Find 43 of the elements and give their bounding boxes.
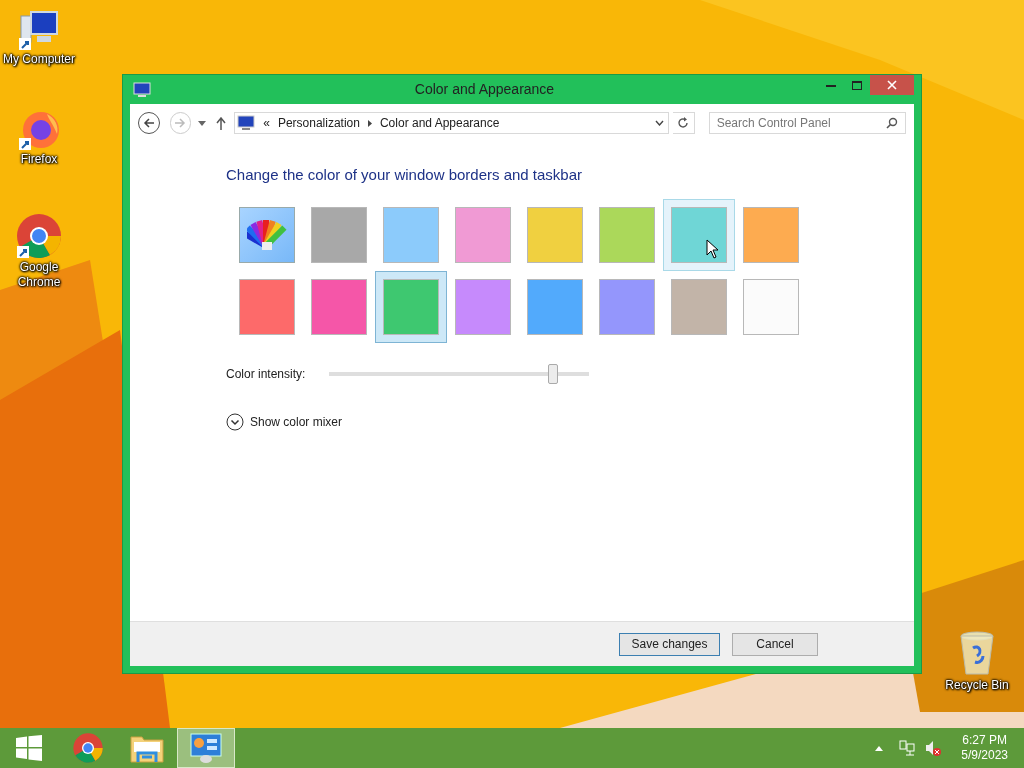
cancel-button[interactable]: Cancel <box>732 632 818 656</box>
color-palette-icon <box>247 217 287 252</box>
search-icon <box>886 117 898 129</box>
search-field[interactable]: Search Control Panel <box>708 112 906 134</box>
page-heading: Change the color of your window borders and taskbar <box>226 165 584 185</box>
control-panel-icon <box>190 733 222 763</box>
chrome-icon <box>72 732 104 764</box>
address-bar[interactable]: « Personalization Color and Appearance <box>234 112 670 134</box>
control-panel-icon <box>237 115 256 131</box>
back-arrow-icon <box>142 118 155 128</box>
color-swatch[interactable] <box>375 270 447 343</box>
forward-arrow-icon <box>174 118 187 128</box>
up-arrow-icon <box>216 116 227 130</box>
refresh-button[interactable] <box>673 112 695 134</box>
mouse-pointer-icon <box>706 238 720 259</box>
intensity-label: Color intensity: <box>226 365 307 383</box>
recycle-bin-icon <box>957 630 997 678</box>
minimize-icon <box>826 83 836 87</box>
close-icon <box>887 80 897 90</box>
maximize-icon <box>852 80 862 90</box>
overflow-chevron[interactable]: « <box>263 114 270 132</box>
caret-icon <box>197 120 206 126</box>
save-changes-button[interactable]: Save changes <box>619 632 720 656</box>
windows-logo-icon <box>16 735 42 761</box>
computer-icon <box>17 8 61 52</box>
window-title: Color and Appearance <box>413 80 556 99</box>
show-color-mixer-toggle[interactable]: Show color mixer <box>226 412 343 431</box>
window-icon <box>133 81 151 98</box>
folder-icon <box>130 733 164 763</box>
chevron-down-icon <box>226 412 244 431</box>
slider-thumb[interactable] <box>547 363 558 384</box>
network-icon <box>899 740 916 756</box>
breadcrumb-item[interactable]: Personalization <box>277 114 360 132</box>
taskbar-button[interactable] <box>177 728 235 768</box>
breadcrumb-item[interactable]: Color and Appearance <box>379 114 500 132</box>
color-swatch[interactable] <box>663 198 735 271</box>
search-input[interactable]: Search Control Panel <box>716 114 886 132</box>
chrome-icon <box>15 212 63 260</box>
dropdown-chevron-icon <box>655 120 665 126</box>
show-hidden-icons-icon <box>875 745 884 751</box>
chevron-right-icon <box>367 119 372 127</box>
refresh-icon <box>677 117 690 129</box>
muted-speaker-icon <box>925 740 942 756</box>
